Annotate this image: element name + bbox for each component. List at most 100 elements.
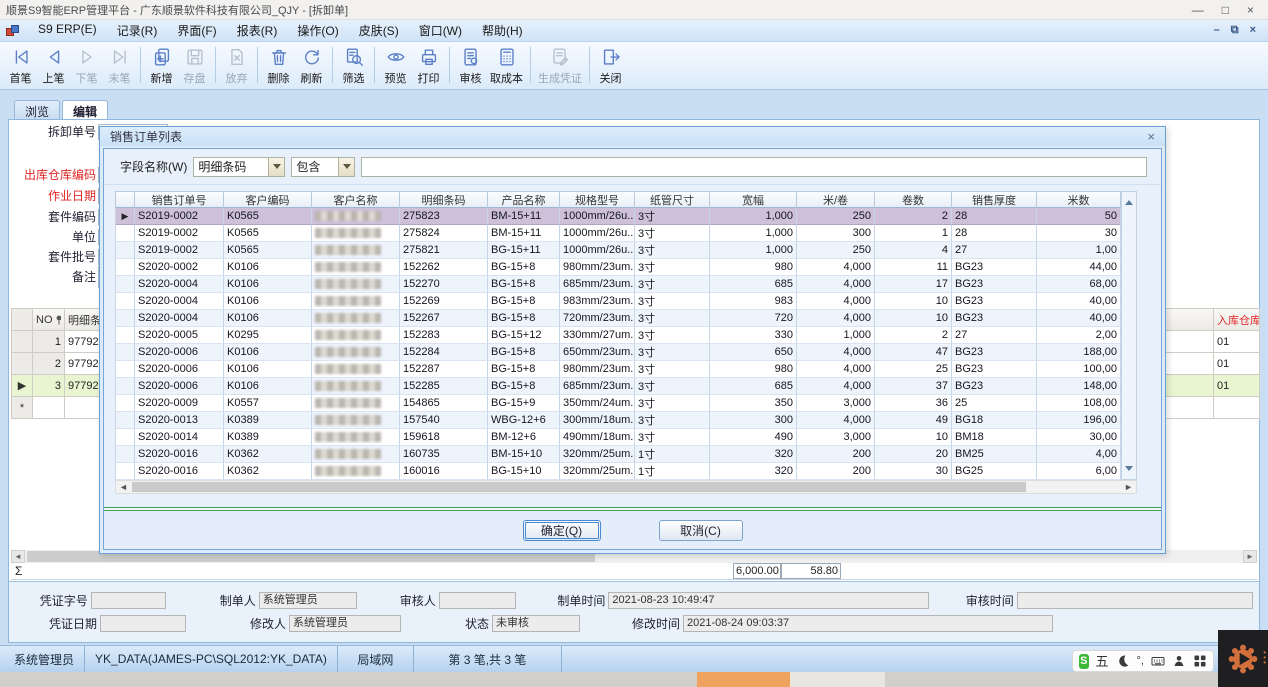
- scroll-up-icon[interactable]: [1125, 196, 1133, 205]
- mdi-close-icon[interactable]: ×: [1250, 24, 1256, 37]
- table-row[interactable]: S2020-0006K0106152287BG-15+8980mm/23um..…: [115, 361, 1137, 378]
- toolbar-audit-button[interactable]: 审核: [454, 43, 487, 87]
- column-header[interactable]: 米数: [1037, 191, 1121, 208]
- row-selector[interactable]: [115, 242, 135, 259]
- table-row[interactable]: S2020-0004K0106152267BG-15+8720mm/23um..…: [115, 310, 1137, 327]
- grid-horizontal-scrollbar[interactable]: ◄ ►: [115, 480, 1137, 494]
- row-selector[interactable]: [115, 259, 135, 276]
- row-selector[interactable]: [115, 463, 135, 480]
- close-icon[interactable]: ×: [1247, 1, 1254, 19]
- menu-item[interactable]: 操作(O): [289, 20, 346, 41]
- minimize-icon[interactable]: —: [1192, 1, 1204, 19]
- tab-browse[interactable]: 浏览: [14, 100, 60, 119]
- chevron-down-icon[interactable]: [268, 158, 284, 176]
- table-row[interactable]: S2020-0005K0295152283BG-15+12330mm/27um.…: [115, 327, 1137, 344]
- row-selector[interactable]: [115, 225, 135, 242]
- ok-button[interactable]: 确定(Q): [523, 520, 601, 541]
- toolbar-cost-button[interactable]: 取成本: [487, 43, 526, 87]
- table-row[interactable]: S2019-0002K0565275821BG-15+111000mm/26u.…: [115, 242, 1137, 259]
- toolbar-close-button[interactable]: 关闭: [594, 43, 627, 87]
- scroll-down-icon[interactable]: [1125, 466, 1133, 475]
- dialog-title-bar[interactable]: 销售订单列表 ×: [100, 127, 1165, 146]
- dialog-close-icon[interactable]: ×: [1147, 130, 1155, 143]
- taskbar-item-active[interactable]: [697, 672, 790, 687]
- column-header[interactable]: 米/卷: [797, 191, 875, 208]
- moon-icon[interactable]: [1116, 654, 1130, 668]
- table-row[interactable]: S2019-0002K0565275824BM-15+111000mm/26u.…: [115, 225, 1137, 242]
- punctuation-mode-icon[interactable]: °,: [1137, 654, 1144, 669]
- toolbox-grid-icon[interactable]: [1193, 654, 1207, 668]
- row-selector[interactable]: [11, 353, 33, 375]
- table-row[interactable]: S2020-0004K0106152269BG-15+8983mm/23um..…: [115, 293, 1137, 310]
- toolbar-prev-button[interactable]: 上笔: [37, 43, 70, 87]
- toolbar-refresh-button[interactable]: 刷新: [295, 43, 328, 87]
- menu-item[interactable]: 窗口(W): [411, 20, 470, 41]
- toolbar-first-button[interactable]: 首笔: [4, 43, 37, 87]
- table-row[interactable]: S2020-0004K0106152270BG-15+8685mm/23um..…: [115, 276, 1137, 293]
- field-name-combo[interactable]: 明细条码: [193, 157, 285, 177]
- search-input[interactable]: [361, 157, 1147, 177]
- toolbar-print-button[interactable]: 打印: [412, 43, 445, 87]
- toolbar-preview-button[interactable]: 预览: [379, 43, 412, 87]
- row-selector[interactable]: [115, 378, 135, 395]
- row-selector[interactable]: ▶: [11, 375, 33, 397]
- maximize-icon[interactable]: □: [1222, 1, 1229, 19]
- menu-item[interactable]: 帮助(H): [474, 20, 531, 41]
- table-row[interactable]: S2020-0009K0557154865BG-15+9350mm/24um..…: [115, 395, 1137, 412]
- table-row[interactable]: S2020-0002K0106152262BG-15+8980mm/23um..…: [115, 259, 1137, 276]
- scroll-right-icon[interactable]: ►: [1243, 550, 1257, 563]
- row-selector[interactable]: [115, 344, 135, 361]
- row-selector[interactable]: [115, 276, 135, 293]
- horizontal-scrollbar-thumb[interactable]: [132, 482, 1026, 492]
- row-selector[interactable]: [115, 429, 135, 446]
- mdi-minimize-icon[interactable]: –: [1214, 24, 1220, 37]
- column-header[interactable]: 宽幅: [710, 191, 797, 208]
- table-row[interactable]: S2020-0013K0389157540WBG-12+6300mm/18um.…: [115, 412, 1137, 429]
- grid-vertical-scrollbar[interactable]: [1121, 191, 1137, 480]
- scroll-right-icon[interactable]: ►: [1121, 481, 1136, 493]
- menu-item[interactable]: S9 ERP(E): [30, 20, 105, 41]
- menu-item[interactable]: 报表(R): [229, 20, 286, 41]
- table-row[interactable]: S2020-0006K0106152285BG-15+8685mm/23um..…: [115, 378, 1137, 395]
- row-selector[interactable]: [115, 310, 135, 327]
- table-row[interactable]: ▶S2019-0002K0565275823BM-15+111000mm/26u…: [115, 208, 1137, 225]
- column-header[interactable]: 产品名称: [488, 191, 560, 208]
- person-icon[interactable]: [1172, 654, 1186, 668]
- row-selector[interactable]: [11, 331, 33, 353]
- column-header[interactable]: 销售订单号: [135, 191, 224, 208]
- column-header[interactable]: 明细条码: [400, 191, 488, 208]
- column-header[interactable]: 客户编码: [224, 191, 312, 208]
- menu-item[interactable]: 皮肤(S): [351, 20, 407, 41]
- table-row[interactable]: S2020-0014K0389159618BM-12+6490mm/18um..…: [115, 429, 1137, 446]
- menu-item[interactable]: 记录(R): [109, 20, 166, 41]
- operator-combo[interactable]: 包含: [291, 157, 355, 177]
- taskbar-item[interactable]: [790, 672, 885, 687]
- cancel-button[interactable]: 取消(C): [659, 520, 743, 541]
- row-selector[interactable]: [115, 361, 135, 378]
- scroll-left-icon[interactable]: ◄: [116, 481, 131, 493]
- row-selector[interactable]: [115, 395, 135, 412]
- column-header[interactable]: 卷数: [875, 191, 952, 208]
- row-selector[interactable]: [115, 327, 135, 344]
- table-row[interactable]: S2020-0016K0362160735BM-15+10320mm/25um.…: [115, 446, 1137, 463]
- menu-item[interactable]: 界面(F): [169, 20, 224, 41]
- column-header[interactable]: 客户名称: [312, 191, 400, 208]
- row-selector[interactable]: [115, 412, 135, 429]
- column-header[interactable]: 销售厚度: [952, 191, 1037, 208]
- sogou-logo-icon[interactable]: S: [1079, 654, 1089, 669]
- column-header[interactable]: 纸管尺寸: [635, 191, 710, 208]
- keyboard-icon[interactable]: [1151, 654, 1165, 668]
- toolbar-filter-button[interactable]: 筛选: [337, 43, 370, 87]
- wubi-mode-icon[interactable]: 五: [1096, 654, 1109, 669]
- row-selector[interactable]: [115, 446, 135, 463]
- table-row[interactable]: S2020-0016K0362160016BG-15+10320mm/25um.…: [115, 463, 1137, 480]
- row-selector[interactable]: ▶: [115, 208, 135, 225]
- row-selector[interactable]: [115, 293, 135, 310]
- column-header[interactable]: 规格型号: [560, 191, 635, 208]
- scroll-left-icon[interactable]: ◄: [11, 550, 25, 563]
- overlay-app-logo[interactable]: •••: [1218, 630, 1268, 687]
- toolbar-delete-button[interactable]: 删除: [262, 43, 295, 87]
- mdi-restore-icon[interactable]: ⧉: [1231, 24, 1239, 37]
- tab-edit[interactable]: 编辑: [62, 100, 108, 119]
- table-row[interactable]: S2020-0006K0106152284BG-15+8650mm/23um..…: [115, 344, 1137, 361]
